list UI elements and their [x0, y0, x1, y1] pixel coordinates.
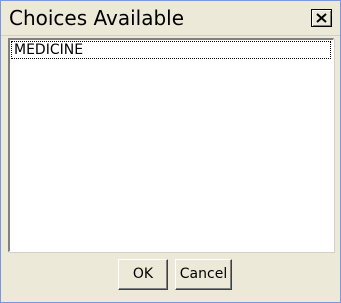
choices-dialog: Choices Available MEDICINE OK Cancel: [0, 0, 341, 303]
list-item[interactable]: MEDICINE: [11, 41, 331, 59]
dialog-button-row: OK Cancel: [1, 259, 340, 295]
choices-listbox[interactable]: MEDICINE: [8, 38, 334, 252]
dialog-title: Choices Available: [9, 6, 185, 30]
cancel-button[interactable]: Cancel: [175, 259, 232, 290]
ok-button[interactable]: OK: [118, 259, 168, 290]
close-button[interactable]: [311, 9, 332, 27]
title-bar: Choices Available: [1, 1, 340, 36]
close-icon: [316, 13, 327, 23]
